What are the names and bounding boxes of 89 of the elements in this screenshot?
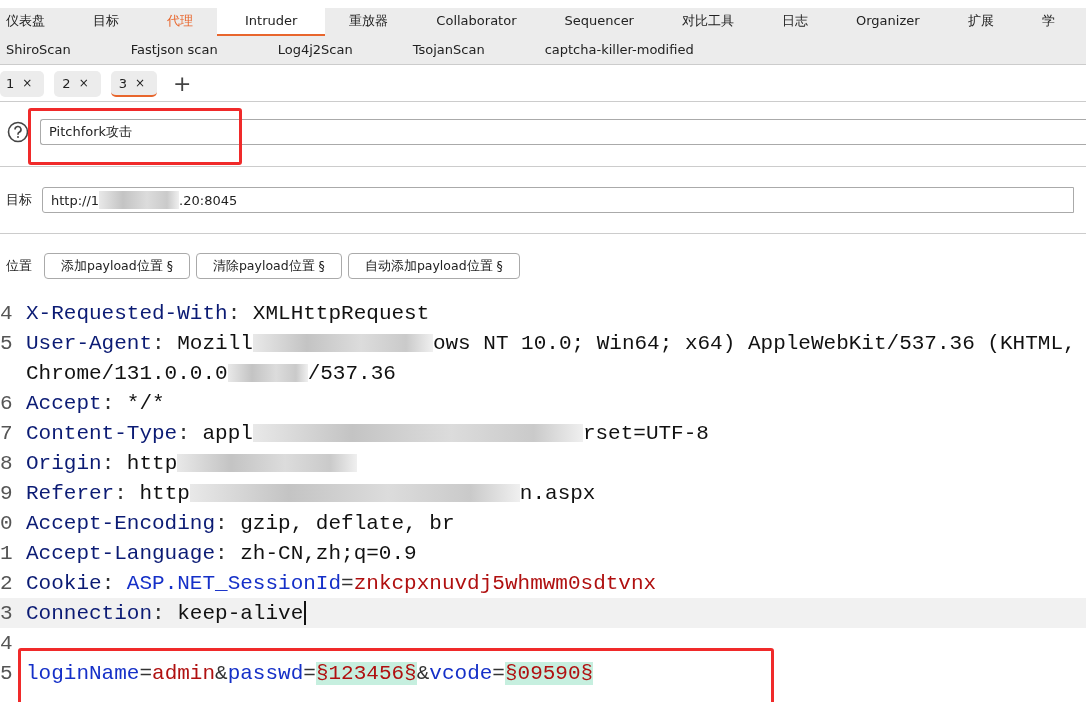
header-name: Accept-Language	[26, 541, 216, 565]
separator: :	[177, 421, 191, 445]
header-value: XMLHttpRequest	[252, 301, 430, 325]
separator: =	[139, 661, 153, 685]
extension-tab[interactable]: captcha-killer-modified	[544, 36, 720, 64]
tool-tab[interactable]: Sequencer	[540, 8, 658, 36]
header-value: ows NT 10.0; Win64; x64) AppleWebKit/537.36 (KHTML,	[432, 331, 1076, 355]
separator: :	[152, 331, 166, 355]
header-value: n.aspx	[519, 481, 596, 505]
positions-label: 位置	[6, 257, 32, 275]
tool-tab[interactable]: Organizer	[831, 8, 944, 36]
payload-position-button[interactable]: 添加payload位置 §	[44, 253, 190, 279]
target-label: 目标	[6, 191, 32, 209]
header-value: gzip, deflate, br	[240, 511, 455, 535]
header-value: http	[126, 451, 178, 475]
line-number: 1	[0, 541, 14, 565]
separator: &	[416, 661, 430, 685]
parameter-name: vcode	[429, 661, 493, 685]
target-field[interactable]: http://1 .20:8045	[42, 187, 1074, 213]
header-value: /537.36	[307, 361, 396, 385]
header-name: Cookie	[26, 571, 102, 595]
header-name: Referer	[26, 481, 115, 505]
extension-tab[interactable]: ShiroScan	[6, 36, 97, 64]
tool-tab[interactable]: 扩展	[943, 8, 1018, 36]
attack-tab[interactable]: 1 ×	[0, 71, 45, 97]
line-number: 4	[0, 301, 14, 325]
tool-tab[interactable]: 仪表盘	[0, 8, 69, 36]
separator: =	[492, 661, 505, 685]
tool-tab[interactable]: 日志	[757, 8, 832, 36]
separator: :	[227, 301, 242, 325]
line-number: 4	[0, 631, 14, 655]
header-name: Origin	[26, 451, 102, 475]
header-value: appl	[202, 421, 253, 445]
separator: :	[101, 391, 116, 415]
payload-position-button[interactable]: 自动添加payload位置 §	[347, 253, 520, 279]
add-tab-button[interactable]: +	[173, 71, 192, 97]
parameter-name: ASP.NET_SessionId	[126, 571, 342, 595]
tool-tab[interactable]: 重放器	[325, 8, 413, 36]
line-number: 6	[0, 391, 14, 415]
line-number: 5	[0, 661, 14, 685]
header-name: Accept-Encoding	[26, 511, 216, 535]
tool-tab[interactable]: Intruder	[217, 8, 326, 36]
separator: :	[101, 571, 116, 595]
header-name: Content-Type	[26, 421, 178, 445]
line-number: 9	[0, 481, 14, 505]
help-icon[interactable]	[7, 121, 29, 143]
separator: :	[215, 511, 229, 535]
line-number: 3	[0, 601, 14, 625]
header-value: zh-CN,zh;q=0.9	[240, 541, 417, 565]
separator: :	[152, 601, 166, 625]
payload-marker: §123456§	[315, 661, 417, 685]
extension-tab[interactable]: Log4j2Scan	[277, 36, 379, 64]
extension-tab[interactable]: TsojanScan	[412, 36, 511, 64]
tool-tab[interactable]: Collaborator	[412, 8, 541, 36]
parameter-name: loginName	[26, 661, 140, 685]
separator: :	[215, 541, 229, 565]
attack-tab[interactable]: 2 ×	[54, 71, 101, 97]
header-value: */*	[126, 391, 165, 415]
separator: :	[114, 481, 128, 505]
header-value: http	[139, 481, 190, 505]
separator: &	[215, 661, 228, 685]
line-number: 8	[0, 451, 14, 475]
line-number: 7	[0, 421, 14, 445]
parameter-value: znkcpxnuvdj5whmwm0sdtvnx	[353, 571, 657, 595]
separator: =	[341, 571, 354, 595]
header-name: Connection	[26, 601, 153, 625]
header-name: X-Requested-With	[26, 301, 228, 325]
tool-tab[interactable]: 学	[1017, 8, 1079, 36]
tool-tab[interactable]: 目标	[69, 8, 143, 36]
line-number: 0	[0, 511, 14, 535]
payload-marker: §09590§	[504, 661, 594, 685]
header-name: Accept	[26, 391, 102, 415]
header-name: User-Agent	[26, 331, 153, 355]
attack-type-field[interactable]: Pitchfork攻击	[40, 119, 1086, 145]
tool-tab[interactable]: 对比工具	[657, 8, 758, 36]
attack-tab[interactable]: 3 ×	[110, 71, 158, 97]
extension-tab[interactable]: Fastjson scan	[130, 36, 244, 64]
header-value: Mozill	[177, 331, 253, 355]
parameter-name: passwd	[227, 661, 304, 685]
payload-position-button[interactable]: 清除payload位置 §	[195, 253, 342, 279]
separator: :	[101, 451, 116, 475]
line-number: 2	[0, 571, 14, 595]
header-value: keep-alive	[177, 601, 304, 625]
line-number: 5	[0, 331, 14, 355]
separator: =	[303, 661, 316, 685]
header-value: rset=UTF-8	[582, 421, 709, 445]
parameter-value: admin	[152, 661, 216, 685]
text-cursor	[304, 601, 307, 625]
header-value: Chrome/131.0.0.0	[26, 361, 228, 385]
